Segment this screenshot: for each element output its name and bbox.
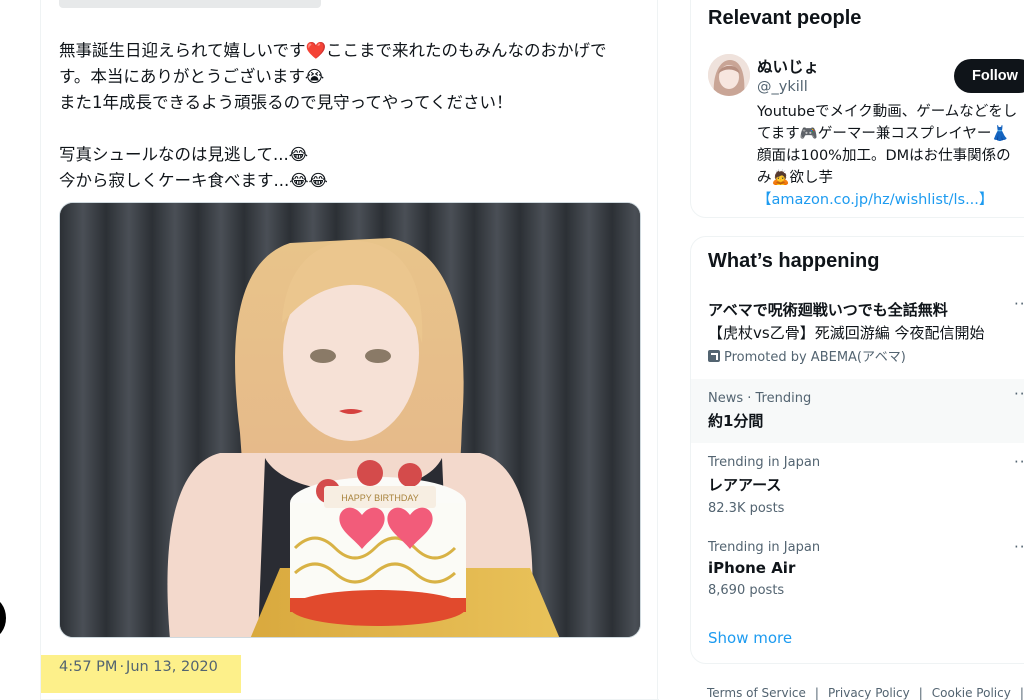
trend-title: 約1分間: [708, 412, 764, 430]
trend-meta: News · Trending: [708, 391, 812, 406]
relevant-people-title: Relevant people: [708, 7, 862, 29]
promoted-label: Promoted by ABEMA(アベマ): [708, 346, 984, 365]
tweet-detail: 無事誕生日迎えられて嬉しいです❤️ここまで来れたのもみんなのおかげで す。本当に…: [40, 0, 659, 700]
trend-subtitle: 【虎杖vs乙骨】死滅回游編 今夜配信開始: [708, 324, 985, 342]
footer-privacy-link[interactable]: Privacy Policy: [828, 686, 910, 700]
cake-plaque-text: HAPPY BIRTHDAY: [341, 493, 419, 503]
footer-separator: |: [1019, 686, 1024, 700]
trend-item[interactable]: Trending in Japan レアアース 82.3K posts ···: [691, 447, 1024, 529]
footer-links: Terms of Service | Privacy Policy | Cookie P…: [707, 686, 1024, 700]
tweet-timestamp[interactable]: 4:57 PM · Jun 13, 2020: [41, 655, 241, 693]
person-bio: Youtubeでメイク動画、ゲームなどをし てます🎮ゲーマー兼コスプレイヤー👗 …: [757, 101, 1024, 211]
bio-line: Youtubeでメイク動画、ゲームなどをし: [757, 104, 1018, 120]
more-icon[interactable]: ···: [1014, 538, 1024, 556]
media-edge: [59, 0, 321, 8]
promoted-text: Promoted by ABEMA(アベマ): [724, 350, 906, 365]
person-name[interactable]: ぬいじょ: [757, 55, 819, 77]
trend-item[interactable]: Trending in Japan iPhone Air 8,690 posts…: [691, 532, 1024, 614]
avatar-image: [708, 54, 750, 96]
more-icon[interactable]: ···: [1014, 453, 1024, 471]
avatar[interactable]: [708, 54, 750, 96]
tweet-paragraph: 無事誕生日迎えられて嬉しいです❤️ここまで来れたのもみんなのおかげで す。本当に…: [59, 41, 607, 112]
trend-posts: 82.3K posts: [708, 501, 785, 516]
trend-item-promoted[interactable]: アベマで呪術廻戦いつでも全話無料 【虎杖vs乙骨】死滅回游編 今夜配信開始 Pr…: [691, 293, 1024, 375]
person-handle[interactable]: @_ykill: [757, 79, 808, 95]
trend-title: アベマで呪術廻戦いつでも全話無料: [708, 301, 948, 319]
timestamp-separator: ·: [119, 659, 125, 675]
tweet-text: 無事誕生日迎えられて嬉しいです❤️ここまで来れたのもみんなのおかげで す。本当に…: [59, 38, 649, 194]
bio-line: み🙇欲し芋: [757, 170, 834, 186]
trend-meta: Trending in Japan: [708, 455, 821, 470]
footer-separator: |: [918, 686, 923, 700]
whats-happening-title: What’s happening: [708, 250, 880, 272]
tweet-paragraph: 写真シュールなのは見逃して...😂 今から寂しくケーキ食べます...😂😂: [59, 145, 328, 190]
trend-item[interactable]: News · Trending 約1分間 ···: [691, 379, 1024, 443]
bio-wishlist-link[interactable]: 【amazon.co.jp/hz/wishlist/ls...】: [757, 192, 993, 208]
show-more-link[interactable]: Show more: [708, 629, 792, 647]
trend-title: レアアース: [708, 476, 782, 494]
trend-title: iPhone Air: [708, 559, 796, 577]
promoted-icon: [708, 350, 720, 362]
follow-button[interactable]: Follow: [954, 59, 1024, 93]
footer-separator: |: [814, 686, 819, 700]
more-icon[interactable]: ···: [1014, 295, 1024, 313]
footer-terms-link[interactable]: Terms of Service: [707, 686, 806, 700]
trend-meta: Trending in Japan: [708, 540, 821, 555]
bio-line: 顔面は100%加工。DMはお仕事関係の: [757, 148, 1011, 164]
footer-cookie-link[interactable]: Cookie Policy: [932, 686, 1011, 700]
whats-happening-card: What’s happening アベマで呪術廻戦いつでも全話無料 【虎杖vs乙…: [690, 236, 1024, 664]
timestamp-time: 4:57 PM: [59, 659, 118, 675]
bio-line: てます🎮ゲーマー兼コスプレイヤー👗: [757, 126, 1010, 142]
trend-posts: 8,690 posts: [708, 583, 785, 598]
relevant-people-card: Relevant people ぬいじょ @_ykill Follow Yout…: [690, 0, 1024, 218]
partial-avatar-edge: [0, 598, 6, 638]
timestamp-date: Jun 13, 2020: [126, 659, 218, 675]
photo-illustration: HAPPY BIRTHDAY: [60, 203, 640, 637]
more-icon[interactable]: ···: [1014, 385, 1024, 403]
tweet-photo[interactable]: HAPPY BIRTHDAY: [59, 202, 641, 638]
